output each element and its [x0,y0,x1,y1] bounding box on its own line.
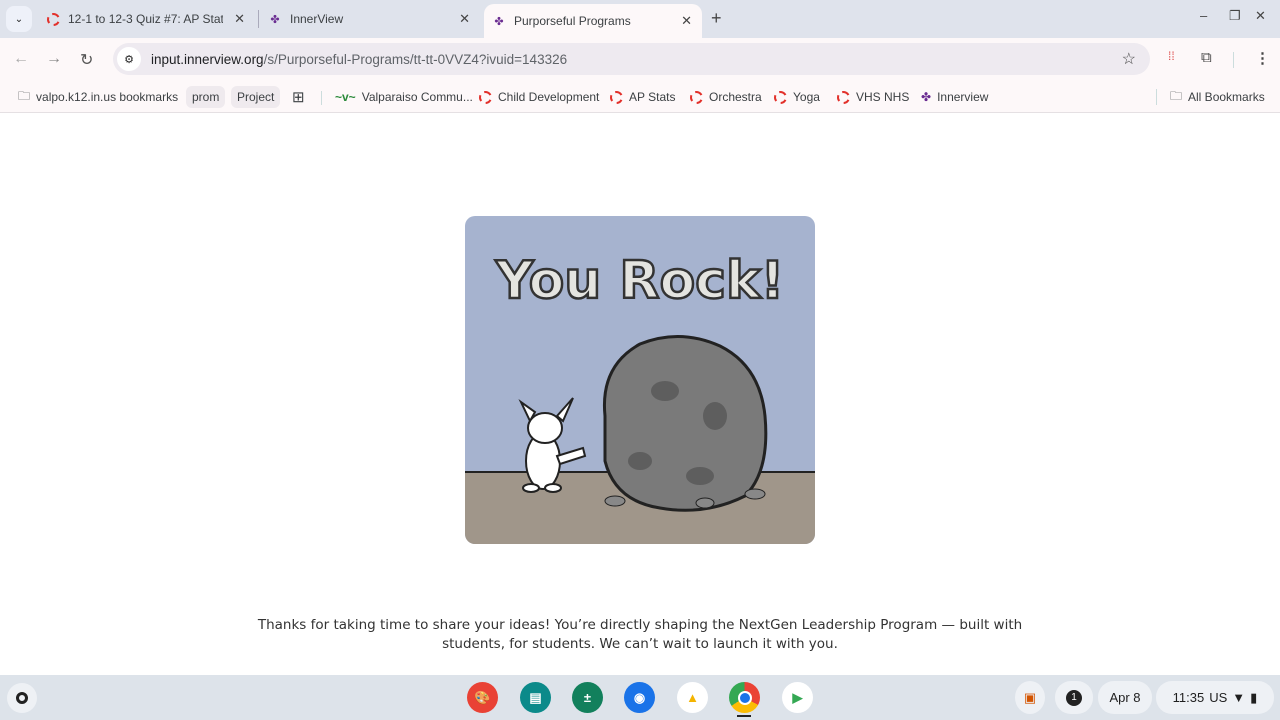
close-window-button[interactable]: ✕ [1255,8,1266,24]
restore-button[interactable]: ❐ [1229,8,1241,24]
bookmark-label: Yoga [793,90,820,104]
launcher-button[interactable] [7,683,37,713]
notification-count: 1 [1066,689,1082,706]
close-icon[interactable]: ✕ [459,11,470,27]
bookmarks-bar: 🗀 valpo.k12.in.us bookmarks prom Project … [0,80,1280,113]
bookmark-label: All Bookmarks [1188,90,1265,104]
innerview-icon: ✤ [270,13,280,26]
folder-icon: 🗀 [1170,88,1183,103]
tab-title: 12-1 to 12-3 Quiz #7: AP Statis [68,12,223,26]
calculator-app-icon[interactable]: ± [572,682,603,713]
bookmark-project[interactable]: Project [231,86,281,108]
bookmark-orchestra[interactable]: Orchestra [684,86,768,108]
bookmark-child-development[interactable]: Child Development [473,86,605,108]
url-path: /s/Purporseful-Programs/tt-tt-0VVZ4?ivui… [263,51,568,67]
wifi-icon: ▼ [1232,690,1246,705]
bookmark-star-icon[interactable]: ☆ [1122,49,1136,69]
bookmark-ap-stats[interactable]: AP Stats [604,86,681,108]
system-shelf: 🎨 ▤ ± ◉ ▲ ▶ ▣ 1 Apr 8 11:35 US ▼ ▮ [0,675,1280,720]
innerview-icon: ✤ [494,15,504,28]
you-rock-caption: You Rock! [495,251,785,311]
active-app-indicator [737,715,751,717]
canvas-ring-icon [774,90,787,104]
menu-kebab-icon[interactable]: ⋮ [1255,49,1270,67]
reload-button[interactable]: ↻ [80,50,93,70]
page-content: You Rock! Thanks for taking time to shar… [0,114,1280,675]
all-bookmarks-button[interactable]: 🗀 All Bookmarks [1164,86,1271,108]
tab-strip: ⌄ 12-1 to 12-3 Quiz #7: AP Statis ✕ ✤ In… [0,0,1280,38]
thank-you-message: Thanks for taking time to share your ide… [240,616,1040,654]
bookmark-folder-valpo[interactable]: 🗀 valpo.k12.in.us bookmarks [12,86,184,108]
close-icon[interactable]: ✕ [681,13,692,29]
divider [1156,89,1157,105]
url-host: input.innerview.org [151,51,264,67]
url-text: input.innerview.org/s/Purporseful-Progra… [151,52,567,67]
extension-icon[interactable]: ⁞⁞ [1168,49,1175,63]
back-button[interactable]: ← [13,50,29,68]
tab-search-button[interactable]: ⌄ [6,6,32,32]
bookmark-label: valpo.k12.in.us bookmarks [36,90,179,104]
divider [321,91,322,105]
tab-title: Purporseful Programs [514,14,631,28]
innerview-icon: ✤ [921,90,932,104]
tab-quiz[interactable]: 12-1 to 12-3 Quiz #7: AP Statis ✕ [40,4,255,34]
toolbar: ← → ↻ ⚙ input.innerview.org/s/Purporsefu… [0,38,1280,80]
divider [1233,52,1234,68]
date-text: Apr 8 [1109,690,1141,705]
forward-button[interactable]: → [46,50,62,68]
extensions-puzzle-icon[interactable]: ⧉ [1201,49,1212,66]
bookmark-label: Child Development [498,90,600,104]
tab-title: InnerView [290,12,344,26]
bookmark-label: Project [237,90,275,104]
date-tray[interactable]: Apr 8 [1098,681,1152,714]
tab-purporseful-programs[interactable]: ✤ Purporseful Programs ✕ [484,4,702,38]
valpo-icon: ~v~ [335,90,356,104]
time-text: 11:35 [1172,690,1205,705]
new-tab-button[interactable]: + [711,8,722,29]
battery-icon: ▮ [1250,689,1258,705]
tab-innerview[interactable]: ✤ InnerView ✕ [262,4,480,34]
bookmark-label: AP Stats [629,90,676,104]
canvas-ring-icon [690,90,703,104]
message-line-2: students, for students. We can’t wait to… [442,636,838,652]
bookmark-innerview[interactable]: ✤ Innerview [915,86,994,108]
bookmark-yoga[interactable]: Yoga [768,86,826,108]
you-rock-illustration: You Rock! [465,216,815,544]
bookmark-label: Orchestra [709,90,762,104]
canvas-ring-icon [837,90,850,104]
canvas-app-icon[interactable]: 🎨 [467,682,498,713]
close-icon[interactable]: ✕ [234,11,245,27]
canvas-ring-icon [610,90,623,104]
locale-text: US [1209,690,1228,705]
apps-grid-icon[interactable]: ⊞ [286,86,311,108]
canvas-ring-icon [479,90,492,104]
managed-folder-icon: 🗀 [18,88,31,103]
classroom-app-icon[interactable]: ▤ [520,682,551,713]
rock [602,335,768,512]
camera-app-icon[interactable]: ◉ [624,682,655,713]
bookmark-prom[interactable]: prom [186,86,226,108]
bookmark-valparaiso[interactable]: ~v~ Valparaiso Commu... [329,86,479,108]
google-drive-icon[interactable]: ▲ [677,682,708,713]
holding-space-icon[interactable]: ▣ [1015,681,1045,714]
launcher-icon [16,692,28,704]
status-tray[interactable]: 11:35 US ▼ ▮ [1156,681,1274,714]
bookmark-label: prom [192,90,220,104]
message-line-1: Thanks for taking time to share your ide… [257,617,1023,633]
tab-divider [258,10,259,28]
bookmark-label: Innerview [937,90,989,104]
play-store-icon[interactable]: ▶ [782,682,813,713]
minimize-button[interactable]: – [1200,8,1207,23]
bookmark-label: VHS NHS [856,90,910,104]
canvas-ring-icon [46,12,60,26]
bookmark-label: Valparaiso Commu... [361,90,473,104]
bookmark-vhs-nhs[interactable]: VHS NHS [831,86,915,108]
notification-badge[interactable]: 1 [1055,681,1093,714]
address-bar[interactable]: ⚙ input.innerview.org/s/Purporseful-Prog… [113,43,1150,75]
chrome-app-icon[interactable] [729,682,760,713]
site-info-icon[interactable]: ⚙ [117,47,141,71]
